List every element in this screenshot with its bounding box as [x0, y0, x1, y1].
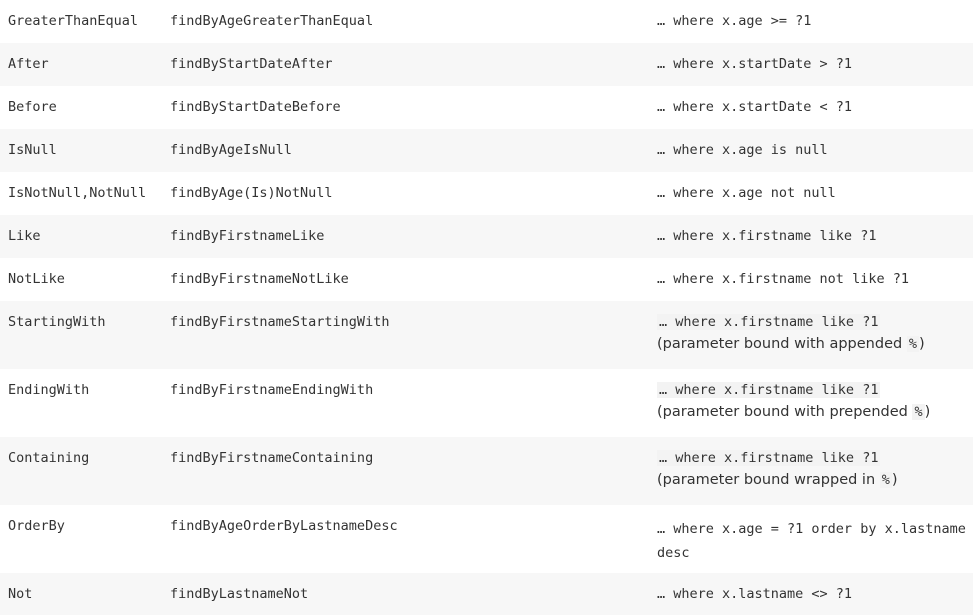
sample-cell: findByFirstnameLike [170, 228, 325, 244]
note-code: % [906, 336, 919, 352]
keyword-table: GreaterThanEqual findByAgeGreaterThanEqu… [0, 0, 973, 615]
table-row: Before findByStartDateBefore … where x.s… [0, 86, 973, 129]
sample-cell: findByLastnameNot [170, 586, 309, 602]
note-code: % [912, 404, 925, 420]
jpql-cell: … where x.firstname like ?1 (parameter b… [657, 301, 973, 369]
keyword-cell: GreaterThanEqual [8, 13, 139, 29]
parameter-note: (parameter bound with prepended %) [657, 401, 973, 423]
keyword-cell: Not [8, 586, 33, 602]
keyword-cell: IsNull [8, 142, 57, 158]
sample-cell: findByStartDateAfter [170, 56, 333, 72]
keyword-cell: IsNotNull,NotNull [8, 185, 147, 201]
jpql-cell: … where x.age >= ?1 [657, 13, 812, 29]
sample-cell: findByStartDateBefore [170, 99, 341, 115]
sample-cell: findByAgeIsNull [170, 142, 292, 158]
jpql-code: … where x.firstname like ?1 [657, 314, 881, 330]
note-code: % [879, 472, 892, 488]
jpql-cell: … where x.firstname like ?1 [657, 228, 877, 244]
table-row: IsNull findByAgeIsNull … where x.age is … [0, 129, 973, 172]
parameter-note: (parameter bound with appended %) [657, 333, 973, 355]
jpql-cell: … where x.age not null [657, 185, 836, 201]
sample-cell: findByAgeOrderByLastnameDesc [170, 518, 398, 534]
table-row: StartingWith findByFirstnameStartingWith… [0, 301, 973, 369]
jpql-cell: … where x.lastname <> ?1 [657, 586, 853, 602]
jpql-code: … where x.firstname like ?1 [657, 382, 881, 398]
keyword-cell: Before [8, 99, 57, 115]
table-row: NotLike findByFirstnameNotLike … where x… [0, 258, 973, 301]
jpql-cell: … where x.startDate > ?1 [657, 56, 853, 72]
jpql-cell: … where x.firstname not like ?1 [657, 271, 909, 287]
table-row: GreaterThanEqual findByAgeGreaterThanEqu… [0, 0, 973, 43]
keyword-cell: Containing [8, 450, 90, 466]
note-suffix: ) [891, 472, 898, 488]
jpql-cell: … where x.age is null [657, 142, 828, 158]
jpql-cell: … where x.age = ?1 order by x.lastname d… [657, 521, 966, 561]
note-suffix: ) [924, 404, 931, 420]
table-row: Containing findByFirstnameContaining … w… [0, 437, 973, 505]
jpql-code: … where x.firstname like ?1 [657, 450, 881, 466]
table-row: EndingWith findByFirstnameEndingWith … w… [0, 369, 973, 437]
table-row: After findByStartDateAfter … where x.sta… [0, 43, 973, 86]
note-prefix: (parameter bound with prepended [657, 404, 913, 420]
parameter-note: (parameter bound wrapped in %) [657, 469, 973, 491]
sample-cell: findByFirstnameContaining [170, 450, 374, 466]
keyword-cell: Like [8, 228, 41, 244]
note-prefix: (parameter bound with appended [657, 336, 907, 352]
sample-cell: findByFirstnameStartingWith [170, 314, 390, 330]
keyword-cell: After [8, 56, 49, 72]
jpql-cell: … where x.firstname like ?1 (parameter b… [657, 437, 973, 505]
table-row: OrderBy findByAgeOrderByLastnameDesc … w… [0, 505, 973, 573]
jpql-cell: … where x.firstname like ?1 (parameter b… [657, 369, 973, 437]
keyword-cell: OrderBy [8, 518, 65, 534]
sample-cell: findByFirstnameNotLike [170, 271, 349, 287]
note-suffix: ) [918, 336, 925, 352]
keyword-cell: NotLike [8, 271, 65, 287]
keyword-cell: EndingWith [8, 382, 90, 398]
sample-cell: findByAgeGreaterThanEqual [170, 13, 374, 29]
note-prefix: (parameter bound wrapped in [657, 472, 880, 488]
keyword-cell: StartingWith [8, 314, 106, 330]
table-row: Like findByFirstnameLike … where x.first… [0, 215, 973, 258]
jpql-cell: … where x.startDate < ?1 [657, 99, 853, 115]
table-row: IsNotNull,NotNull findByAge(Is)NotNull …… [0, 172, 973, 215]
table-row: Not findByLastnameNot … where x.lastname… [0, 573, 973, 615]
sample-cell: findByFirstnameEndingWith [170, 382, 374, 398]
sample-cell: findByAge(Is)NotNull [170, 185, 333, 201]
